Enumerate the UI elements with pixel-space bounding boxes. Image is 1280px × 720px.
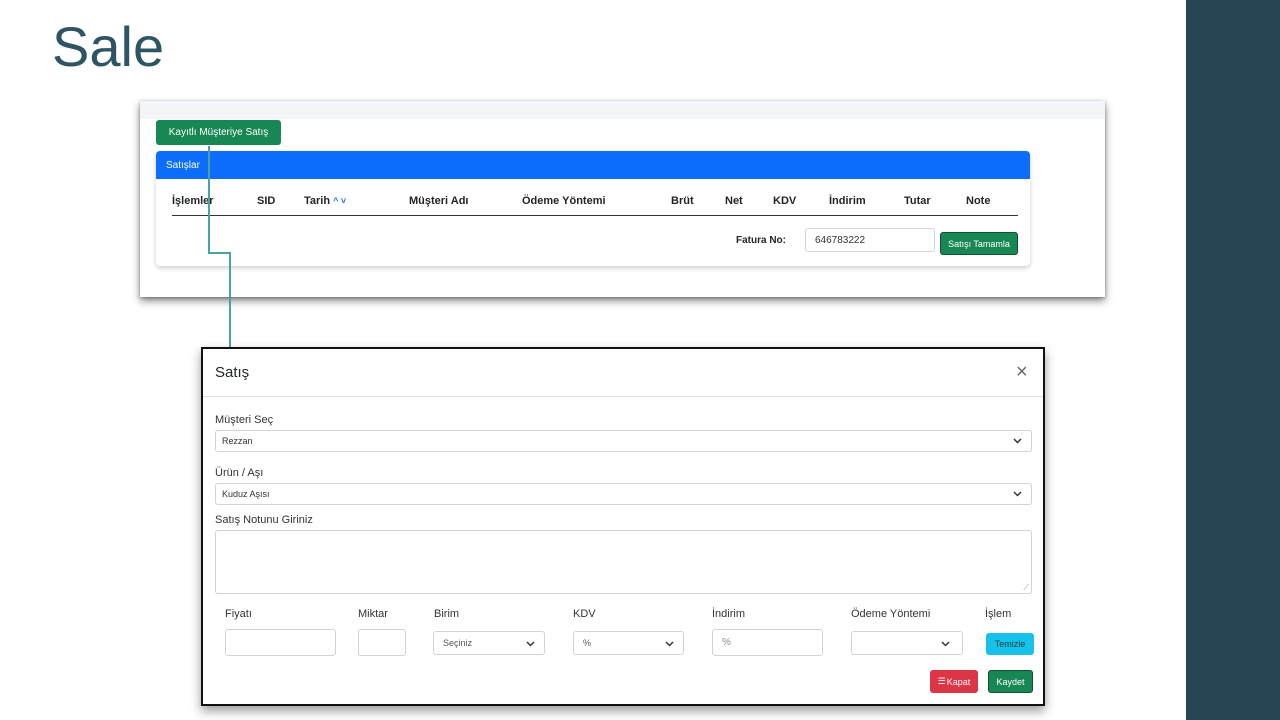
close-icon[interactable]: × bbox=[1016, 362, 1028, 382]
sale-modal: Satış × Müşteri Seç Rezzan Ürün / Aşı Ku… bbox=[201, 347, 1045, 706]
chevron-down-icon bbox=[1013, 491, 1022, 497]
unit-select[interactable]: Seçiniz bbox=[433, 631, 545, 655]
payment-method-select[interactable] bbox=[851, 631, 963, 655]
complete-sale-button[interactable]: Satışı Tamamla bbox=[940, 232, 1018, 255]
save-button[interactable]: Kaydet bbox=[988, 670, 1033, 693]
sales-card: Satışlar İşlemler SID Tarih ^ ˅ Müşteri A… bbox=[156, 151, 1030, 266]
unit-select-value: Seçiniz bbox=[443, 638, 473, 648]
column-header-payment-method[interactable]: Ödeme Yöntemi bbox=[522, 195, 606, 207]
price-input[interactable] bbox=[225, 629, 336, 656]
sales-card-title: Satışlar bbox=[166, 159, 200, 171]
column-header-customer-name[interactable]: Müşteri Adı bbox=[409, 195, 469, 207]
column-header-sid[interactable]: SID bbox=[257, 195, 275, 207]
chevron-down-icon bbox=[1013, 438, 1022, 444]
price-label: Fiyatı bbox=[225, 608, 252, 620]
invoice-number-label: Fatura No: bbox=[736, 235, 786, 246]
discount-input[interactable]: % bbox=[712, 629, 823, 656]
slide-title: Sale bbox=[52, 15, 165, 78]
date-label: Tarih bbox=[304, 195, 331, 207]
chevron-down-icon bbox=[941, 641, 950, 647]
column-header-discount[interactable]: İndirim bbox=[829, 195, 866, 207]
column-header-note[interactable]: Note bbox=[966, 195, 990, 207]
product-select-value: Kuduz Aşısı bbox=[222, 489, 270, 499]
customer-select-value: Rezzan bbox=[222, 436, 253, 446]
close-button[interactable]: ☰ Kapat bbox=[930, 670, 978, 693]
sales-list-screenshot: Kayıtlı Müşteriye Satış Satışlar İşlemle… bbox=[140, 101, 1105, 297]
quantity-input[interactable] bbox=[358, 629, 406, 656]
column-header-net[interactable]: Net bbox=[725, 195, 743, 207]
invoice-number-input[interactable]: 646783222 bbox=[805, 228, 935, 252]
side-bar bbox=[1186, 0, 1280, 720]
chevron-down-icon bbox=[526, 641, 535, 647]
column-header-total[interactable]: Tutar bbox=[904, 195, 931, 207]
registered-customer-sale-button[interactable]: Kayıtlı Müşteriye Satış bbox=[156, 120, 281, 145]
top-strip bbox=[140, 101, 1105, 119]
close-button-icon: ☰ bbox=[937, 676, 946, 686]
customer-select-label: Müşteri Seç bbox=[215, 414, 274, 426]
connector-line bbox=[208, 146, 210, 254]
modal-title: Satış bbox=[215, 364, 250, 381]
sale-note-textarea[interactable]: ⟋ bbox=[215, 530, 1032, 594]
column-header-vat[interactable]: KDV bbox=[773, 195, 796, 207]
discount-label: İndirim bbox=[712, 608, 746, 620]
connector-line bbox=[229, 252, 231, 350]
close-button-label: Kapat bbox=[946, 676, 971, 687]
sales-card-header: Satışlar bbox=[156, 151, 1030, 179]
payment-method-label: Ödeme Yöntemi bbox=[851, 608, 931, 620]
sort-icon[interactable]: ^ ˅ bbox=[333, 196, 346, 206]
vat-select-value: % bbox=[583, 638, 592, 648]
sale-note-label: Satış Notunu Giriniz bbox=[215, 514, 313, 526]
resize-handle-icon[interactable]: ⟋ bbox=[1023, 583, 1029, 593]
action-label: İşlem bbox=[985, 608, 1012, 620]
clear-button[interactable]: Temizle bbox=[986, 633, 1034, 655]
customer-select[interactable]: Rezzan bbox=[215, 430, 1032, 452]
quantity-label: Miktar bbox=[358, 608, 388, 620]
chevron-down-icon bbox=[665, 641, 674, 647]
vat-label: KDV bbox=[573, 608, 596, 620]
column-header-date[interactable]: Tarih ^ ˅ bbox=[304, 195, 346, 207]
modal-divider bbox=[203, 396, 1043, 397]
column-header-gross[interactable]: Brüt bbox=[671, 195, 694, 207]
vat-select[interactable]: % bbox=[573, 631, 684, 655]
unit-label: Birim bbox=[434, 608, 460, 620]
connector-line bbox=[208, 252, 231, 254]
product-select-label: Ürün / Aşı bbox=[215, 467, 264, 479]
product-select[interactable]: Kuduz Aşısı bbox=[215, 483, 1032, 505]
table-header-divider bbox=[172, 215, 1018, 216]
